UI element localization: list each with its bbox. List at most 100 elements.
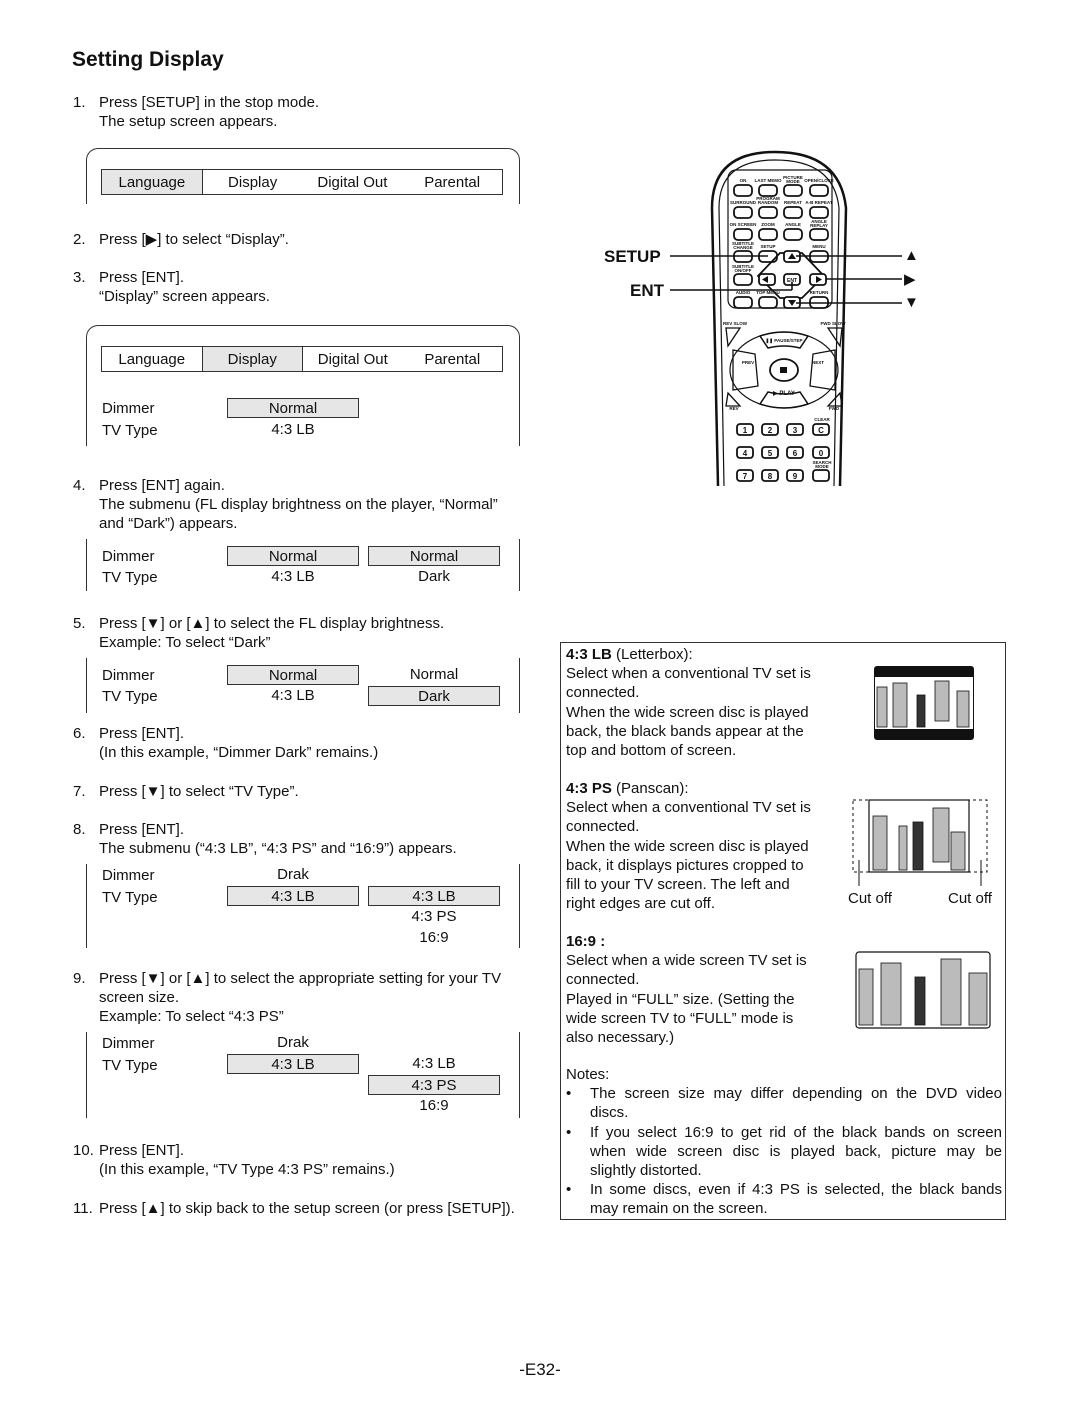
step-text: Example: To select “4:3 PS” [99,1008,284,1025]
submenu-option-normal[interactable]: Normal [368,665,500,685]
submenu-option-43lb[interactable]: 4:3 LB [368,886,500,906]
submenu-option-normal[interactable]: Normal [368,546,500,566]
panscan-text: When the wide screen disc is played [566,837,809,855]
rev-slow-label: REV SLOW [723,321,748,326]
widescreen-text: Played in “FULL” size. (Setting the [566,990,795,1008]
svg-text:9: 9 [793,472,798,481]
widescreen-heading: 16:9 : [566,933,606,950]
submenu-option-dark[interactable]: Dark [368,686,500,706]
submenu-option-dark[interactable]: Dark [368,567,500,587]
submenu-option-169[interactable]: 16:9 [368,928,500,948]
tvtype-value[interactable]: 4:3 LB [227,686,359,706]
step-8: 8. Press [ENT]. The submenu (“4:3 LB”, “… [73,820,533,860]
step-text: Press [SETUP] in the stop mode. [99,94,320,111]
remote-label: RETURN [810,290,829,295]
rev-button [725,391,742,407]
dimmer-value[interactable]: Normal [227,665,359,685]
tab-digital-out[interactable]: Digital Out [303,347,403,371]
tvtype-submenu-screen: Dimmer TV Type Drak 4:3 LB 4:3 LB 4:3 PS… [86,864,520,948]
remote-label: SURROUND [730,200,757,205]
step-text: (In this example, “TV Type 4:3 PS” remai… [99,1161,395,1178]
rev-slow-button [725,327,742,348]
dimmer-submenu-screen: Dimmer TV Type Normal 4:3 LB Normal Dark [86,539,520,591]
letterbox-heading: 4:3 LB [566,646,612,663]
tab-language[interactable]: Language [102,170,203,194]
widescreen-text: also necessary.) [566,1029,675,1047]
note-text: slightly distorted. [590,1162,702,1180]
prev-button [732,349,759,391]
widescreen-text: wide screen TV to “FULL” mode is [566,1009,794,1027]
panscan-text: back, it displays pictures cropped to [566,856,804,874]
letterbox-text: When the wide screen disc is played [566,703,809,721]
panscan-text: Select when a conventional TV set is [566,799,811,817]
step-number: 11. [73,1200,93,1217]
dimmer-value[interactable]: Drak [227,865,359,885]
panscan-heading: 4:3 PS [566,780,612,797]
clear-label: CLEAR [814,417,830,422]
last-memo-button [758,184,778,197]
dimmer-value[interactable]: Drak [227,1033,359,1053]
step-number: 4. [73,477,86,494]
step-9: 9. Press [▼] or [▲] to select the approp… [73,969,533,1029]
dimmer-value[interactable]: Normal [227,398,359,418]
tab-language[interactable]: Language [102,347,202,371]
notes-title: Notes: [566,1066,610,1083]
step-text: The submenu (FL display brightness on th… [99,496,498,513]
letterbox-text: top and bottom of screen. [566,742,737,760]
svg-text:3: 3 [793,426,798,435]
remote-control-svg: ON LAST MEMO PICTUREMODE OPEN/CLOSE SURR… [670,150,902,487]
step-number: 8. [73,821,86,838]
remote-label: CHANGE [733,245,753,250]
rev-label: REV [729,406,738,411]
step-text: Press [ENT]. [99,269,185,286]
notes-section: Notes: • The screen size may differ depe… [566,1065,1002,1219]
program-button [758,206,778,219]
tab-parental[interactable]: Parental [403,347,503,371]
step-text: Press [ENT]. [99,1142,185,1159]
page-title: Setting Display [72,48,224,71]
svg-text:1: 1 [743,426,748,435]
ab-repeat-button [809,206,829,219]
tvtype-value[interactable]: 4:3 LB [227,420,359,440]
dimmer-value[interactable]: Normal [227,546,359,566]
step-number: 3. [73,269,86,286]
tab-digital-out[interactable]: Digital Out [303,170,403,194]
step-number: 2. [73,231,86,248]
cut-off-right-label: Cut off [948,890,992,907]
remote-label: REPLAY [810,223,828,228]
dimmer-label: Dimmer [102,667,155,684]
tab-parental[interactable]: Parental [402,170,502,194]
submenu-option-43ps[interactable]: 4:3 PS [368,907,500,927]
svg-text:5: 5 [768,449,773,458]
tv-type-info-panel: 4:3 LB (Letterbox): Select when a conven… [560,642,1006,1220]
tvtype-label: TV Type [102,422,158,439]
step-text: and “Dark”) appears. [99,515,238,532]
letterbox-text: connected. [566,684,640,702]
remote-label: ON SCREEN [730,222,757,227]
step-text: Press [ENT]. [99,821,185,838]
letterbox-text: back, the black bands appear at the [566,722,804,740]
open-close-button [809,184,829,197]
tvtype-value[interactable]: 4:3 LB [227,567,359,587]
tvtype-value[interactable]: 4:3 LB [227,886,359,906]
tab-display[interactable]: Display [201,347,303,371]
tab-display[interactable]: Display [203,170,303,194]
panscan-heading-rest: (Panscan): [611,780,689,797]
fwd-slow-label: FWD SLOW [821,321,847,326]
tvtype-value[interactable]: 4:3 LB [227,1054,359,1074]
submenu-option-169[interactable]: 16:9 [368,1096,500,1116]
remote-label: ANGLE [785,222,801,227]
up-callout-icon: ▲ [904,247,919,264]
step-2: 2. Press [▶] to select “Display”. [73,230,533,250]
submenu-option-43ps[interactable]: 4:3 PS [368,1075,500,1095]
dimmer-label: Dimmer [102,1035,155,1052]
svg-text:6: 6 [793,449,798,458]
panscan-text: connected. [566,818,640,836]
stop-icon [780,367,787,373]
zoom-button [758,228,778,241]
note-text: The screen size may differ depending on … [590,1085,1002,1103]
remote-label: OPEN/CLOSE [804,178,834,183]
submenu-option-43lb[interactable]: 4:3 LB [368,1054,500,1074]
remote-control-illustration: ON LAST MEMO PICTURE MODE OPEN/CLOSE SURR… [590,148,930,488]
panscan-text: fill to your TV screen. The left and [566,876,790,894]
